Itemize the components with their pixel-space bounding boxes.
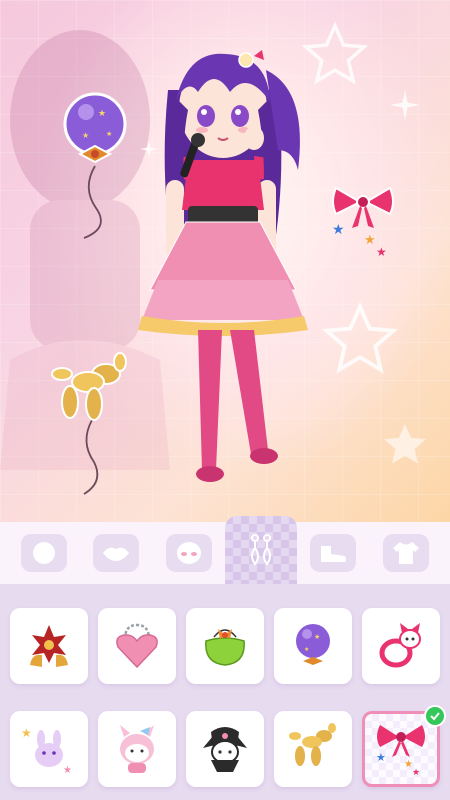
star-decoration: [384, 424, 426, 464]
svg-text:★: ★: [98, 108, 106, 118]
tab-shoes[interactable]: [297, 522, 369, 584]
star-balloon-icon: ★ ★: [296, 624, 330, 665]
svg-text:★: ★: [63, 765, 72, 776]
flower-bell-icon: [30, 625, 68, 667]
svg-text:★: ★: [412, 767, 420, 777]
item-green-purse[interactable]: [186, 608, 264, 684]
sparkle-decoration: [390, 90, 420, 120]
svg-text:★: ★: [304, 646, 309, 653]
item-bunny-plush[interactable]: ★ ★: [10, 711, 88, 787]
tab-accessories[interactable]: [224, 516, 298, 584]
bunny-plush-icon: ★ ★: [21, 726, 72, 776]
dressup-scene: ★ ★ ★ ★ ★ ★: [0, 0, 450, 522]
item-heart-purse[interactable]: [98, 608, 176, 684]
category-tabs: [0, 516, 450, 584]
item-balloon-dog[interactable]: [274, 711, 352, 787]
tab-lips[interactable]: [80, 522, 152, 584]
svg-text:★: ★: [364, 232, 376, 247]
tab-eyes[interactable]: [153, 522, 225, 584]
lips-icon: [103, 547, 130, 561]
item-melody-plush[interactable]: [98, 711, 176, 787]
svg-text:★: ★: [21, 726, 32, 740]
heart-purse-icon: [116, 623, 158, 669]
svg-text:★: ★: [332, 221, 345, 237]
svg-text:★: ★: [314, 633, 320, 641]
bow-stars-icon: ★ ★ ★: [376, 725, 425, 777]
shoe-icon: [321, 546, 347, 562]
earrings-icon: [251, 534, 272, 566]
selected-check-icon: [424, 705, 446, 727]
tab-tops[interactable]: [370, 522, 442, 584]
star-decoration: [321, 301, 399, 374]
items-grid: ★ ★ ★ ★ ★ ★ ★: [0, 584, 450, 800]
svg-text:★: ★: [82, 131, 89, 140]
kuromi-icon: [203, 727, 247, 772]
item-bunny-ring[interactable]: [362, 608, 440, 684]
green-purse-icon: [205, 629, 245, 666]
svg-text:★: ★: [376, 752, 386, 764]
balloon-dog-icon: [289, 723, 336, 766]
item-flower-bell[interactable]: [10, 608, 88, 684]
tab-face[interactable]: [8, 522, 80, 584]
melody-plush-icon: [120, 725, 154, 773]
eyes-icon: [176, 542, 201, 564]
item-kuromi[interactable]: [186, 711, 264, 787]
pink-bow-stars[interactable]: ★ ★ ★: [330, 182, 396, 262]
bunny-ring-icon: [379, 623, 421, 668]
tshirt-icon: [392, 542, 419, 564]
svg-text:★: ★: [106, 130, 112, 138]
idol-character: [138, 50, 308, 482]
item-bow-stars[interactable]: ★ ★ ★: [362, 705, 446, 787]
svg-text:★: ★: [376, 245, 387, 259]
item-star-balloon[interactable]: ★ ★: [274, 608, 352, 684]
face-icon: [33, 542, 56, 564]
